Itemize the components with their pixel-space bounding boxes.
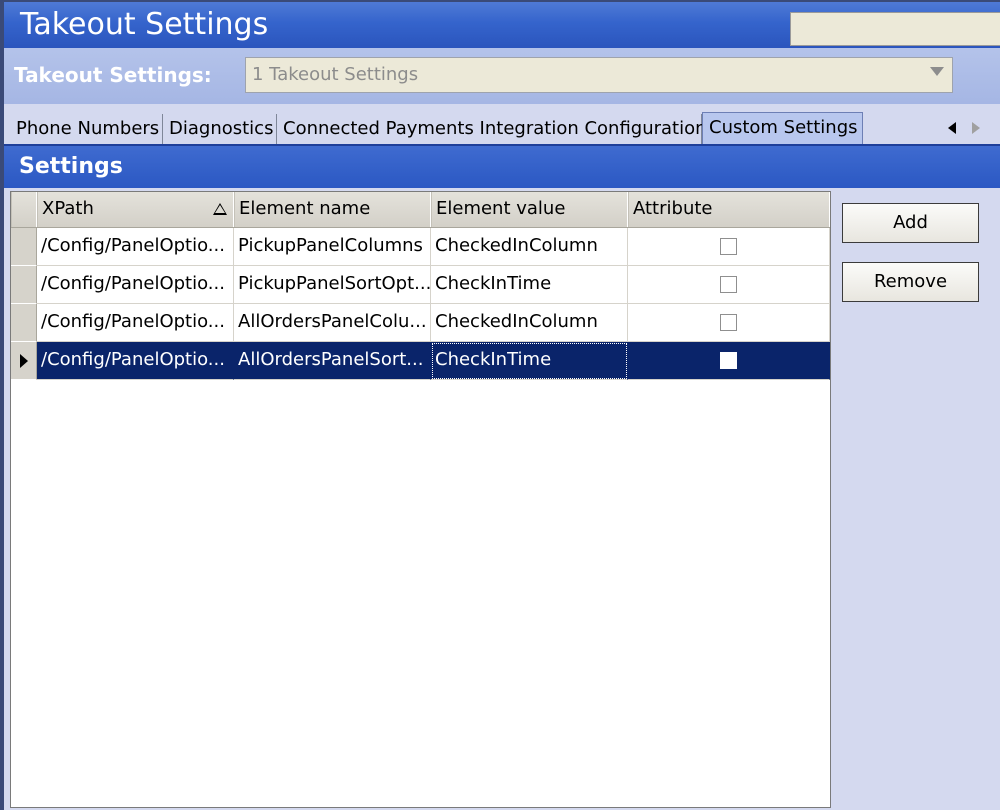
cell-attribute	[628, 342, 830, 380]
cell-element-name[interactable]: PickupPanelSortOpt...	[234, 266, 431, 304]
tab-custom-settings[interactable]: Custom Settings	[702, 112, 863, 146]
column-header-element-name[interactable]: Element name	[234, 192, 431, 227]
current-row-arrow-icon	[20, 354, 28, 368]
row-header-corner	[11, 192, 37, 227]
row-header[interactable]	[11, 266, 37, 304]
cell-attribute	[628, 266, 830, 304]
cell-xpath[interactable]: /Config/PanelOptio...	[37, 304, 234, 342]
attribute-checkbox[interactable]	[720, 314, 737, 331]
chevron-down-icon[interactable]	[930, 67, 944, 76]
cell-xpath[interactable]: /Config/PanelOptio...	[37, 266, 234, 304]
selector-row: Takeout Settings: 1 Takeout Settings	[4, 48, 1000, 104]
row-header[interactable]	[11, 342, 37, 380]
cell-xpath[interactable]: /Config/PanelOptio...	[37, 228, 234, 266]
table-row[interactable]: /Config/PanelOptio... PickupPanelColumns…	[11, 228, 830, 266]
cell-attribute	[628, 304, 830, 342]
cell-xpath[interactable]: /Config/PanelOptio...	[37, 342, 234, 380]
takeout-settings-dropdown[interactable]: 1 Takeout Settings	[245, 57, 953, 93]
attribute-checkbox[interactable]	[720, 352, 737, 369]
dropdown-value: 1 Takeout Settings	[252, 64, 419, 85]
row-header[interactable]	[11, 228, 37, 266]
table-row-selected[interactable]: /Config/PanelOptio... AllOrdersPanelSort…	[11, 342, 830, 380]
settings-grid: XPath Element name Element value Attribu…	[10, 191, 831, 808]
cell-element-value[interactable]: CheckInTime	[431, 266, 628, 304]
settings-panel-header: Settings	[4, 144, 1000, 188]
column-header-element-value[interactable]: Element value	[431, 192, 628, 227]
attribute-checkbox[interactable]	[720, 238, 737, 255]
cell-element-value[interactable]: CheckedInColumn	[431, 228, 628, 266]
attribute-checkbox[interactable]	[720, 276, 737, 293]
add-button[interactable]: Add	[842, 203, 979, 243]
cell-element-value[interactable]: CheckInTime	[431, 342, 628, 380]
table-row[interactable]: /Config/PanelOptio... AllOrdersPanelColu…	[11, 304, 830, 342]
column-header-xpath[interactable]: XPath	[37, 192, 234, 227]
title-bar-field	[790, 12, 1000, 46]
settings-panel-title: Settings	[19, 154, 123, 179]
title-bar: Takeout Settings	[4, 2, 1000, 49]
cell-element-name[interactable]: PickupPanelColumns	[234, 228, 431, 266]
row-header[interactable]	[11, 304, 37, 342]
tab-phone-numbers[interactable]: Phone Numbers	[10, 114, 163, 146]
cell-attribute	[628, 228, 830, 266]
scroll-right-icon[interactable]	[972, 122, 980, 134]
window-title: Takeout Settings	[20, 7, 269, 42]
tab-connected-payments[interactable]: Connected Payments Integration Configura…	[277, 114, 707, 146]
cell-element-name[interactable]: AllOrdersPanelSort...	[234, 342, 431, 380]
column-header-label: XPath	[42, 198, 94, 219]
column-header-attribute[interactable]: Attribute	[628, 192, 830, 227]
scroll-left-icon[interactable]	[948, 122, 956, 134]
tab-diagnostics[interactable]: Diagnostics	[163, 114, 277, 146]
tab-strip: Phone Numbers Diagnostics Connected Paym…	[4, 104, 1000, 146]
remove-button[interactable]: Remove	[842, 262, 979, 302]
grid-header: XPath Element name Element value Attribu…	[11, 192, 830, 228]
cell-element-value[interactable]: CheckedInColumn	[431, 304, 628, 342]
sort-ascending-icon	[213, 203, 227, 215]
selector-label: Takeout Settings:	[14, 63, 212, 87]
cell-element-name[interactable]: AllOrdersPanelColu...	[234, 304, 431, 342]
table-row[interactable]: /Config/PanelOptio... PickupPanelSortOpt…	[11, 266, 830, 304]
